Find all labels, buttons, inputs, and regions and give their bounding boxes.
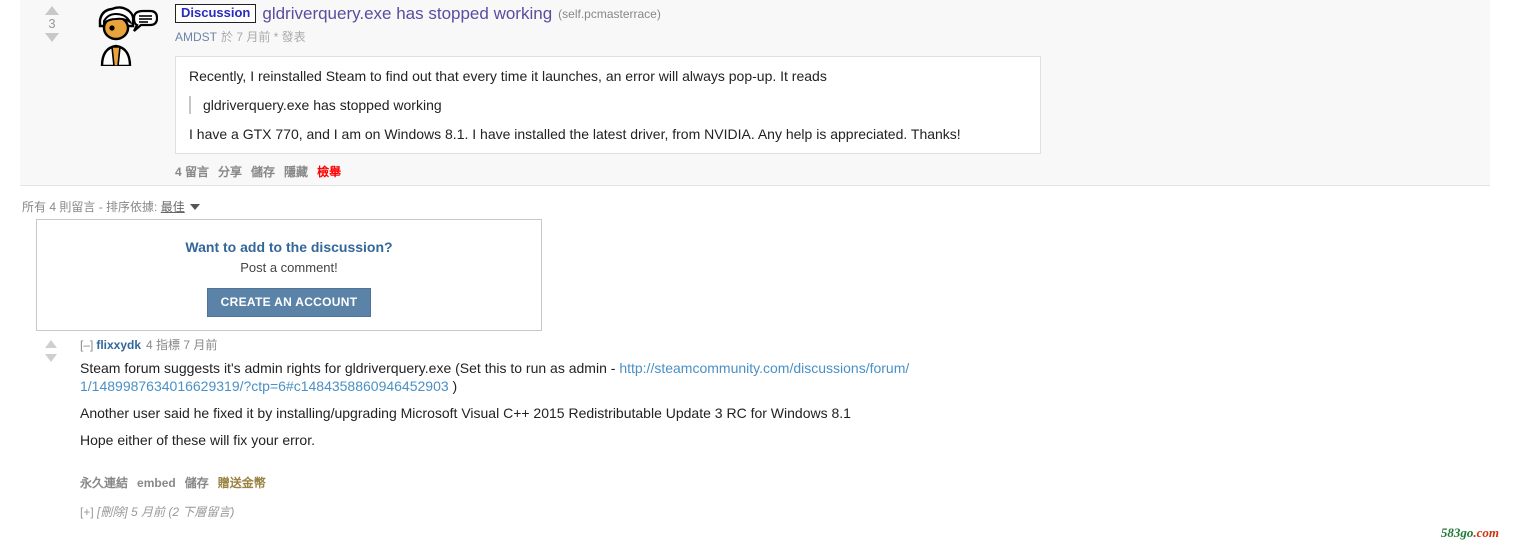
comment-author-link[interactable]: flixxydk (96, 338, 141, 352)
expand-comment-toggle[interactable]: [+] (80, 505, 94, 519)
post-share-link[interactable]: 分享 (218, 165, 242, 179)
comment-body: Steam forum suggests it's admin rights f… (80, 359, 910, 458)
comment-paragraph-1: Steam forum suggests it's admin rights f… (80, 359, 910, 395)
post-body: Recently, I reinstalled Steam to find ou… (175, 56, 1041, 154)
create-account-button[interactable]: CREATE AN ACCOUNT (206, 288, 372, 317)
downvote-arrow-icon[interactable] (38, 33, 66, 42)
signup-prompt-box: Want to add to the discussion? Post a co… (36, 219, 542, 331)
post-domain: (self.pcmasterrace) (558, 7, 661, 21)
comment-action-links: 永久連結 embed 儲存 贈送金幣 (80, 474, 275, 491)
watermark: 583go.com (1436, 523, 1503, 543)
comment-embed-link[interactable]: embed (137, 476, 176, 490)
post-blockquote: gldriverquery.exe has stopped working (189, 96, 1026, 114)
post-title[interactable]: gldriverquery.exe has stopped working (262, 4, 552, 23)
signup-title: Want to add to the discussion? (185, 239, 393, 255)
post-report-link[interactable]: 檢舉 (317, 165, 341, 179)
comment-downvote-arrow-icon[interactable] (38, 354, 64, 362)
comment-count-label: 所有 4 則留言 (22, 200, 96, 214)
comment-paragraph-3: Hope either of these will fix your error… (80, 432, 315, 448)
post-paragraph-2: I have a GTX 770, and I am on Windows 8.… (189, 126, 961, 142)
post-author-link[interactable]: AMDST (175, 30, 217, 44)
post-save-link[interactable]: 儲存 (251, 165, 275, 179)
comment-upvote-arrow-icon[interactable] (38, 340, 64, 348)
post-vote-column: 3 (38, 6, 66, 42)
comment-tagline: [–] flixxydk 4 指標 7 月前 (80, 338, 217, 353)
self-post-speech-bubble-icon (98, 6, 159, 68)
post-container: 3 Discussion gldriverquery.exe has stopp… (20, 0, 1490, 186)
comment-gild-link[interactable]: 贈送金幣 (218, 476, 266, 490)
collapsed-comment-replies: (2 下層留言) (168, 505, 235, 519)
comment-text-before-link: Steam forum suggests it's admin rights f… (80, 360, 620, 376)
comment-paragraph-2: Another user said he fixed it by install… (80, 405, 851, 421)
sort-by-label: 排序依據: (106, 200, 158, 214)
watermark-tld: .com (1473, 525, 1499, 540)
sortbar-separator: - (98, 200, 103, 214)
comment-collapse-toggle[interactable]: [–] (80, 338, 93, 352)
comment-permalink-link[interactable]: 永久連結 (80, 476, 128, 490)
post-action-links: 4 留言 分享 儲存 隱藏 檢舉 (175, 163, 350, 180)
collapsed-comment-time: 5 月前 (131, 505, 166, 519)
watermark-name: 583go (1440, 525, 1474, 540)
upvote-arrow-icon[interactable] (38, 6, 66, 15)
comment-points-timestamp: 4 指標 7 月前 (146, 338, 218, 352)
comment-vote-column (38, 340, 64, 362)
comment-text-after-link: ) (448, 378, 458, 394)
deleted-author-label: [刪除] (97, 505, 128, 519)
post-header: Discussion gldriverquery.exe has stopped … (175, 3, 1480, 45)
comments-sortbar: 所有 4 則留言 - 排序依據: 最佳 (22, 198, 200, 215)
post-hide-link[interactable]: 隱藏 (284, 165, 308, 179)
post-timestamp: 於 7 月前 * 發表 (221, 30, 306, 44)
post-paragraph-1: Recently, I reinstalled Steam to find ou… (189, 68, 827, 84)
collapsed-comment-row: [+] [刪除] 5 月前 (2 下層留言) (80, 503, 234, 520)
post-score: 3 (48, 16, 56, 31)
signup-subtitle: Post a comment! (240, 260, 338, 275)
post-comments-link[interactable]: 4 留言 (175, 165, 209, 179)
post-flair[interactable]: Discussion (175, 3, 257, 23)
post-thumbnail[interactable] (88, 4, 159, 68)
chevron-down-icon[interactable] (189, 203, 200, 210)
sort-by-value[interactable]: 最佳 (161, 200, 185, 214)
comment-save-link[interactable]: 儲存 (185, 476, 209, 490)
post-tagline: AMDST 於 7 月前 * 發表 (175, 30, 1480, 45)
